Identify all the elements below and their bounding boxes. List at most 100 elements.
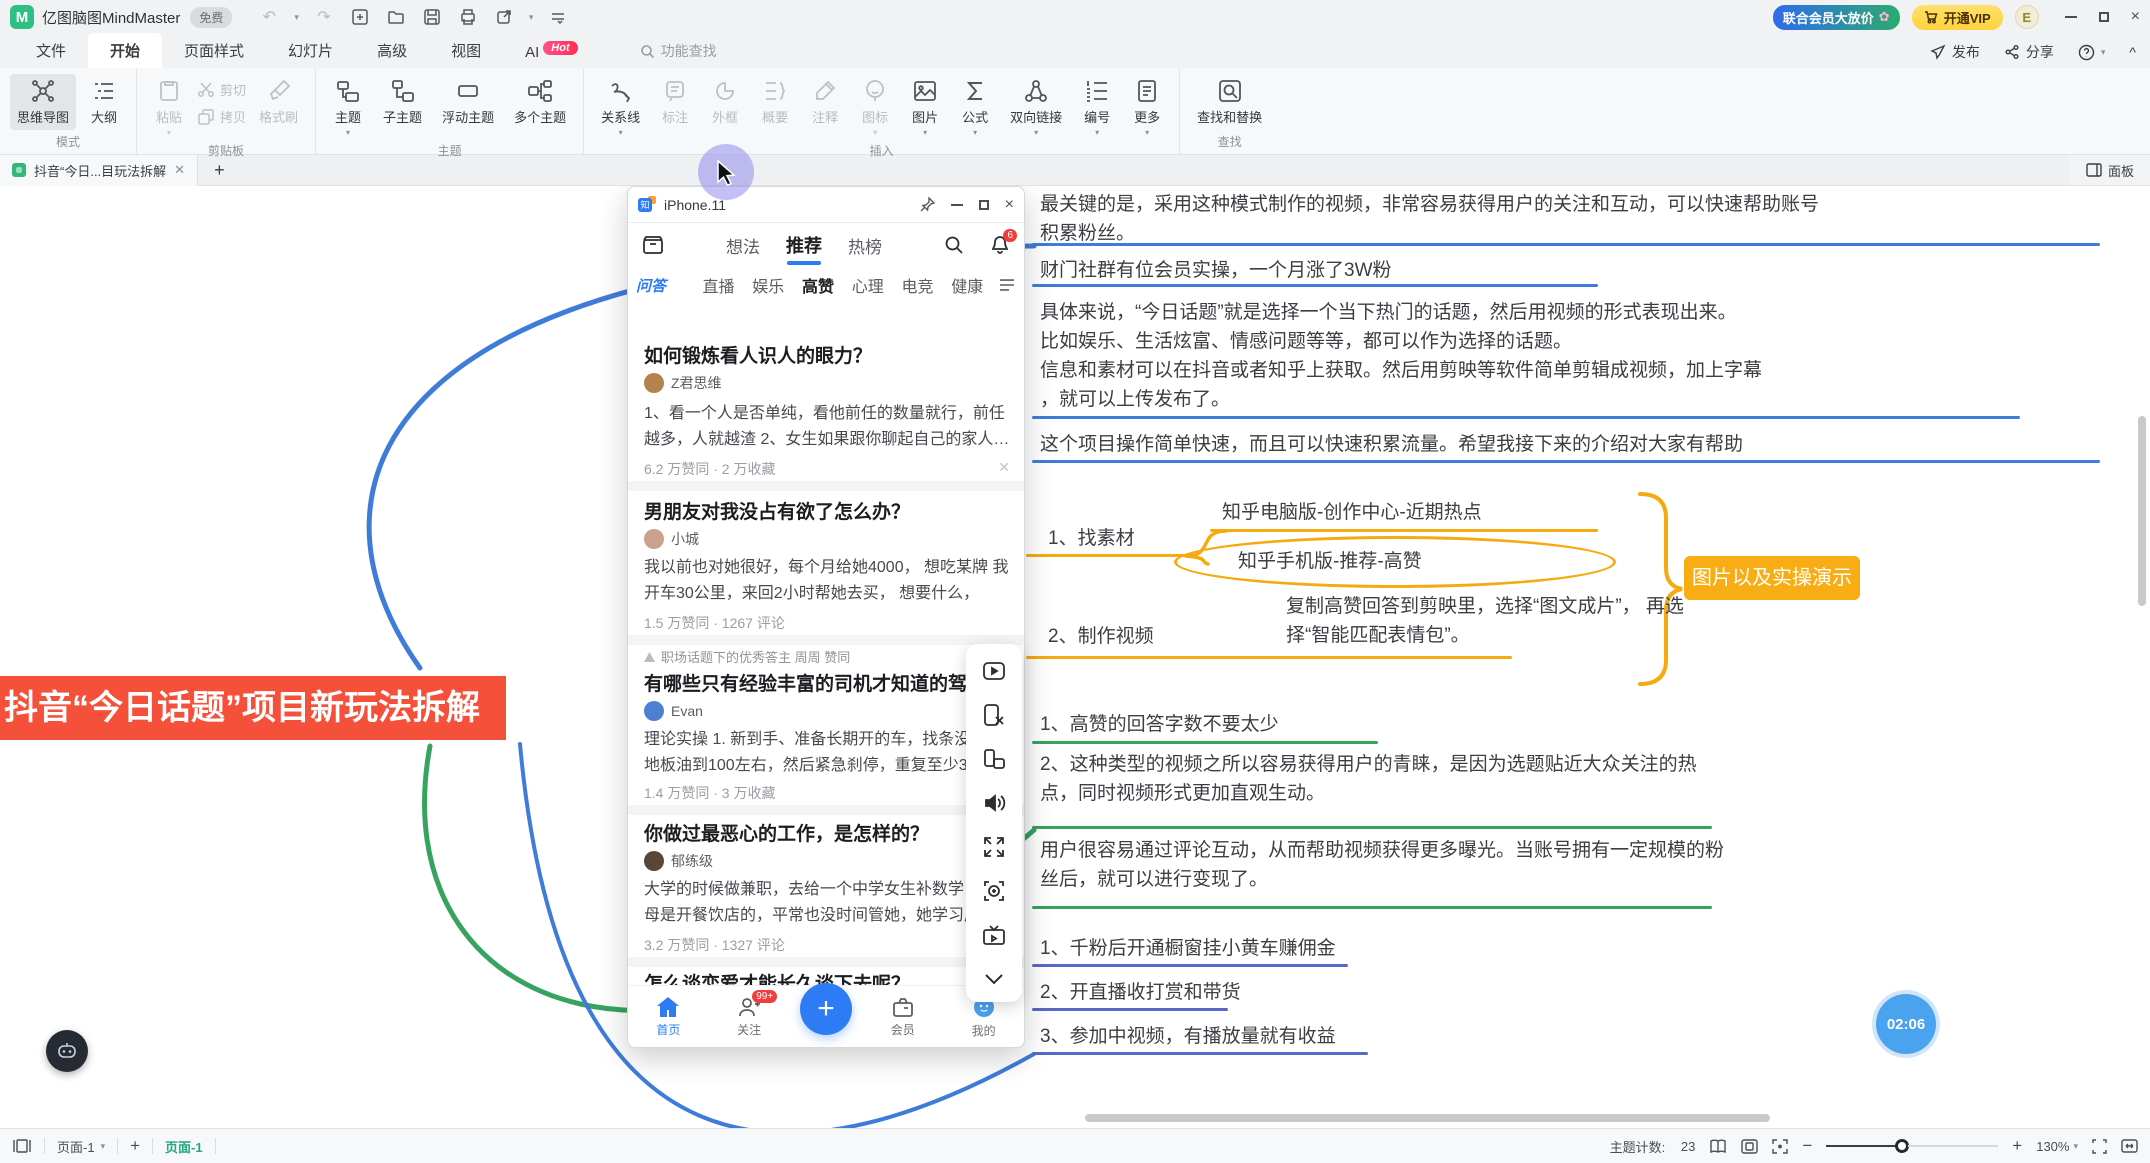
topic-button[interactable]: 主题▾ [326,74,370,141]
category-upvoted[interactable]: 高赞 [793,273,843,297]
volume-icon[interactable] [981,790,1007,816]
help-button[interactable]: ▾ [2078,44,2106,61]
menu-tab-home[interactable]: 开始 [88,33,162,68]
numbering-button[interactable]: 编号▾ [1075,74,1119,141]
outline-mode-button[interactable]: 大纲 [82,74,126,130]
topic-node-a3-line4[interactable]: ，就可以上传发布了。 [1040,385,1230,414]
phone-minimize-button[interactable] [951,204,963,206]
zoom-out-button[interactable]: − [1802,1136,1812,1156]
cast-screen-icon[interactable] [981,922,1007,948]
share-button[interactable]: 分享 [2004,42,2054,62]
summary-button[interactable]: 概要 [753,74,797,130]
zoom-in-button[interactable]: + [2012,1136,2022,1156]
feature-search[interactable]: 功能查找 [630,34,727,68]
rotate-device-icon[interactable] [981,746,1007,772]
new-document-tab-button[interactable]: + [198,160,241,181]
export-caret-icon[interactable]: ▾ [529,12,534,23]
question-title[interactable]: 有哪些只有经验丰富的司机才知道的驾驶… [644,669,1016,696]
mindmap-canvas[interactable]: 抖音“今日话题”项目新玩法拆解 最关键的是，采用这种模式制作的视频，非常容易获得… [0,186,2150,1128]
create-button[interactable]: + [800,983,852,1035]
topic-node-c1[interactable]: 1、高赞的回答字数不要太少 [1040,710,1279,739]
category-health[interactable]: 健康 [942,273,992,297]
answer-author[interactable]: Z君思维 [644,373,722,393]
category-live[interactable]: 直播 [694,273,744,297]
document-tab[interactable]: 抖音“今日...目玩法拆解 ✕ [0,155,198,186]
add-page-button[interactable]: + [130,1136,140,1156]
export-icon[interactable] [493,6,515,28]
undo-caret-icon[interactable]: ▾ [294,12,299,23]
note-button[interactable]: 注释 [803,74,847,130]
format-painter-button[interactable]: 格式刷 [252,74,305,130]
window-maximize-button[interactable] [2099,12,2109,22]
copy-button[interactable]: 拷贝 [197,107,246,126]
fit-screen-button[interactable] [1772,1139,1788,1154]
menu-tab-advanced[interactable]: 高级 [355,33,429,68]
promo-row[interactable]: 职场话题下的优秀答主 周周 赞同 [644,647,850,666]
answer-body[interactable]: 理论实操 1. 新到手、准备长期开的车，找条没车的 地板油到100左右，然后紧急… [644,727,1014,779]
answer-author[interactable]: Evan [644,701,703,721]
topic-node-d2[interactable]: 2、开直播收打赏和带货 [1040,978,1241,1007]
topic-node-c3[interactable]: 用户很容易通过评论互动，从而帮助视频获得更多曝光。当账号拥有一定规模的粉丝后，就… [1040,836,1730,894]
callout-button[interactable]: 标注 [653,74,697,130]
zoom-slider[interactable] [1826,1139,1998,1153]
relation-line-button[interactable]: 关系线▾ [594,74,647,141]
vip-button[interactable]: 开通VIP [1912,5,2003,30]
menu-tab-file[interactable]: 文件 [14,33,88,68]
redo-icon[interactable]: ↷ [313,6,335,28]
subtopic-button[interactable]: 子主题 [376,74,429,130]
nav-member[interactable]: 会员 [873,996,933,1038]
document-close-icon[interactable]: ✕ [174,162,185,178]
customize-toolbar-icon[interactable] [547,6,569,28]
topic-node-a3-line2[interactable]: 比如娱乐、生活炫富、情感问题等等，都可以作为选择的话题。 [1040,327,1572,356]
zoom-slider-knob[interactable] [1895,1139,1909,1153]
dismiss-icon[interactable]: ✕ [998,459,1010,476]
category-psychology[interactable]: 心理 [843,273,893,297]
central-topic[interactable]: 抖音“今日话题”项目新玩法拆解 [0,676,506,740]
topic-node-b1a[interactable]: 知乎电脑版-创作中心-近期热点 [1222,498,1482,527]
nav-follow[interactable]: 99+ 关注 [719,996,779,1038]
nav-home[interactable]: 首页 [638,996,698,1038]
topic-node-b1[interactable]: 1、找素材 [1048,524,1135,553]
undo-icon[interactable]: ↶ [258,6,280,28]
topic-node-a4[interactable]: 这个项目操作简单快速，而且可以快速积累流量。希望我接下来的介绍对大家有帮助 [1040,430,1743,459]
answer-body[interactable]: 1、看一个人是否单纯，看他前任的数量就行，前任越多，人就越渣 2、女生如果跟你聊… [644,401,1014,453]
phone-tab-ideas[interactable]: 想法 [726,233,760,258]
menu-tab-ai[interactable]: AIHot [503,37,600,68]
picture-button[interactable]: 图片▾ [903,74,947,141]
pin-icon[interactable] [920,197,935,212]
screenshot-cut-icon[interactable] [981,702,1007,728]
member-banner[interactable]: 联合会员大放价✿ [1773,5,1900,30]
category-esports[interactable]: 电竞 [893,273,943,297]
panel-toggle[interactable]: 面板 [2070,155,2150,185]
help-caret-icon[interactable]: ▾ [2101,47,2106,58]
category-fun[interactable]: 娱乐 [743,273,793,297]
collapse-toolbar-icon[interactable] [981,966,1007,992]
notification-bell[interactable]: 6 [990,235,1010,255]
menu-tab-view[interactable]: 视图 [429,33,503,68]
mindmap-mode-button[interactable]: 思维导图 [10,74,76,130]
zoom-level[interactable]: 130%▾ [2036,1139,2078,1154]
window-minimize-button[interactable] [2065,16,2077,18]
page-selector[interactable]: 页面-1▾ [57,1137,105,1156]
horizontal-scrollbar[interactable] [1085,1114,1770,1122]
page-mode-button[interactable] [1709,1139,1727,1154]
cut-button[interactable]: 剪切 [197,80,246,99]
answer-body[interactable]: 大学的时候做兼职，去给一个中学女生补数学，她父母是开餐饮店的，平常也没时间管她，… [644,877,1014,929]
question-title[interactable]: 如何锻炼看人识人的眼力？ [644,341,1016,368]
record-screen-icon[interactable] [981,658,1007,684]
question-title[interactable]: 男朋友对我没占有欲了怎么办？ [644,497,1016,524]
topic-node-c2[interactable]: 2、这种类型的视频之所以容易获得用户的青睐，是因为选题贴近大众关注的热点，同时视… [1040,750,1730,808]
fit-page-button[interactable] [1741,1139,1758,1154]
topic-node-a3-line3[interactable]: 信息和素材可以在抖音或者知乎上获取。然后用剪映等软件简单剪辑成视频，加上字幕 [1040,356,1762,385]
recording-timer[interactable]: 02:06 [1876,994,1936,1054]
phone-maximize-button[interactable] [979,200,989,210]
answer-body[interactable]: 我以前也对她很好，每个月给她4000， 想吃某牌 我开车30公里，来回2小时帮她… [644,555,1014,607]
menu-tab-slides[interactable]: 幻灯片 [266,33,355,68]
save-icon[interactable] [421,6,443,28]
topic-node-a2[interactable]: 财门社群有位会员实操，一个月涨了3W粉 [1040,256,1392,285]
menu-tab-page-style[interactable]: 页面样式 [162,33,266,68]
fullscreen-button[interactable] [2092,1139,2107,1154]
bidirectional-link-button[interactable]: 双向链接▾ [1003,74,1069,141]
publish-button[interactable]: 发布 [1930,42,1980,62]
topic-node-a1[interactable]: 最关键的是，采用这种模式制作的视频，非常容易获得用户的关注和互动，可以快速帮助账… [1040,190,1820,248]
